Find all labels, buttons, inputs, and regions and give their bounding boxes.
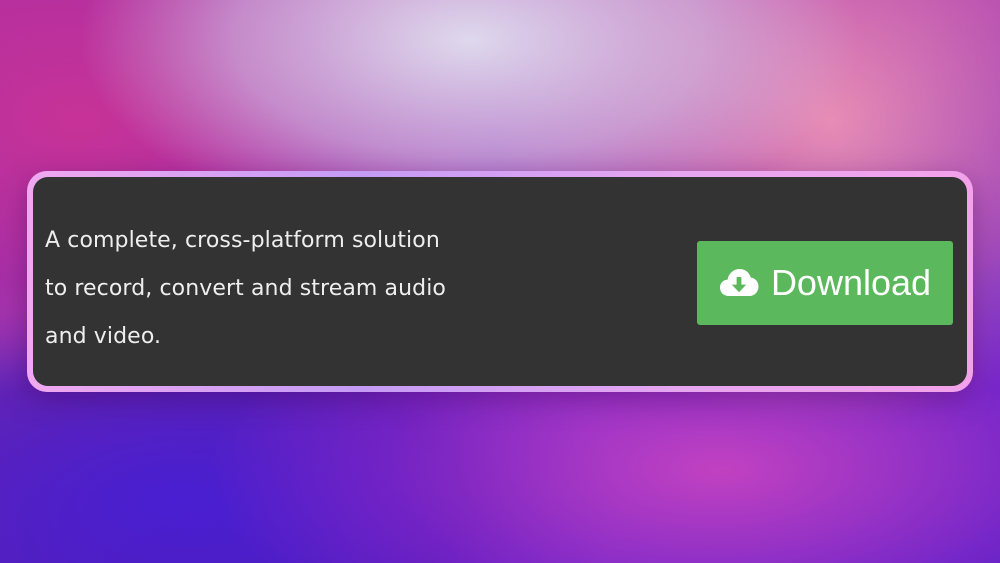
tagline-line-1: A complete, cross-platform solution xyxy=(45,228,440,253)
download-banner: A complete, cross-platform solution to r… xyxy=(27,171,973,392)
banner-panel: A complete, cross-platform solution to r… xyxy=(33,177,967,386)
tagline: A complete, cross-platform solution to r… xyxy=(45,217,485,361)
download-button-label: Download xyxy=(770,262,932,303)
download-button[interactable]: Download xyxy=(697,241,953,325)
tagline-line-2: to record, convert and stream audio xyxy=(45,276,446,301)
cloud-download-icon xyxy=(719,266,759,300)
tagline-line-3: and video. xyxy=(45,324,162,349)
